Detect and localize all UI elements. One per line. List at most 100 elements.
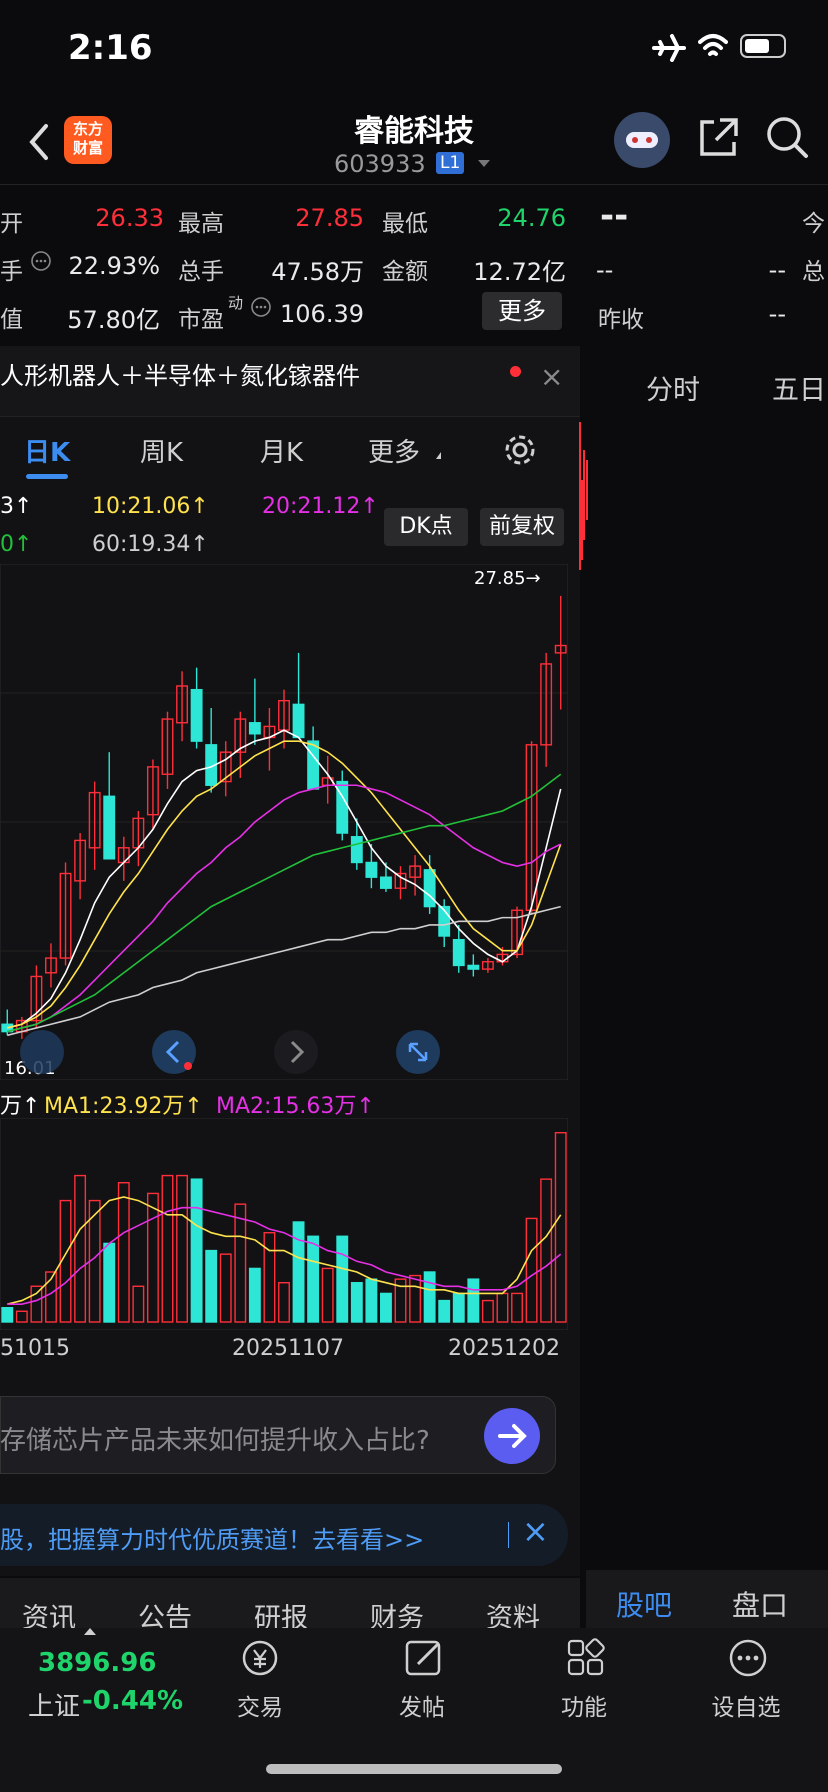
ask-placeholder: 存储芯片产品未来如何提升收入占比? [0,1426,430,1456]
volume-bar [452,1292,465,1323]
ma-line [7,729,562,1029]
chevron-down-icon[interactable] [478,160,490,167]
intraday-spark [579,422,588,570]
right-today-label: 今 [802,211,825,237]
volume-bar [496,1292,509,1323]
volume-bar [380,1292,392,1323]
search-icon[interactable] [764,114,810,160]
index-change[interactable]: -0.44% [82,1686,183,1716]
candle-body [103,795,116,860]
promo-text[interactable]: 股，把握算力时代优质赛道！去看看>> [0,1520,424,1555]
index-name[interactable]: 上证 [28,1686,80,1723]
volume-bar [176,1174,188,1323]
pe-sup: 动 [228,294,244,312]
tab-day-k[interactable]: 日K [24,432,70,469]
volume-chart[interactable] [0,1118,568,1330]
tab-fenshi[interactable]: 分时 [646,368,700,407]
volume-bar [307,1235,320,1323]
candle-body [467,964,480,970]
nav-function[interactable]: 功能 [524,1688,644,1722]
right-dash-big: -- [600,196,629,236]
volume-bar [554,1132,567,1323]
volume-ma-line [7,1206,562,1305]
volume-bar [15,1310,28,1323]
volume-bar [292,1221,305,1323]
high-label: 最高 [178,211,224,237]
airplane-icon [652,34,686,62]
right-c2: -- [768,256,786,284]
volume-bar [248,1267,261,1323]
post-edit-icon[interactable] [402,1636,446,1680]
volume-bar [511,1292,523,1323]
tab-wuri[interactable]: 五日 [772,368,826,407]
kline-chart[interactable] [0,564,568,1080]
volume-label: 总手 [178,259,224,285]
concept-close-icon[interactable]: × [540,360,563,393]
chart-expand-icon[interactable] [396,1030,440,1074]
high-marker: 27.85→ [474,568,541,589]
nav-post[interactable]: 发帖 [362,1688,482,1722]
right-total-label: 总 [802,259,825,285]
volume-bar [190,1178,203,1323]
candle-body [190,688,203,742]
volume-bar [1,1307,14,1323]
turnover-value: 22.93% [68,252,160,280]
banner-divider [508,1522,509,1548]
high-value: 27.85 [295,204,364,232]
tab-more-caret-icon [436,452,441,459]
volume-bar [336,1235,349,1323]
adjust-button[interactable]: 前复权 [480,508,564,546]
share-icon[interactable] [696,116,740,160]
volume-bar [205,1249,218,1323]
chart-right-icon[interactable] [274,1030,318,1074]
volume-bar [263,1232,276,1323]
gear-icon[interactable] [502,432,538,468]
tab-guba[interactable]: 股吧 [616,1584,672,1624]
banner-close-icon[interactable]: × [522,1512,549,1550]
send-arrow-icon[interactable] [484,1408,540,1464]
volume-bar [219,1253,232,1323]
info-dots-icon[interactable] [30,250,52,272]
volume-bar [234,1203,247,1323]
tab-week-k[interactable]: 周K [140,432,183,469]
concept-text: 人形机器人＋半导体＋氮化镓器件 [0,362,360,390]
dk-point-button[interactable]: DK点 [384,508,468,546]
level-badge[interactable]: L1 [436,152,465,174]
volume-bar [525,1217,538,1323]
amount-value: 12.72亿 [473,258,566,286]
right-c1: -- [596,256,614,284]
candle-body [292,703,305,739]
status-bar: 2:16 [0,0,828,100]
ma20-label: 20:21.12↑ [262,494,379,519]
volume-bar [161,1174,174,1323]
chart-left-icon[interactable] [152,1030,196,1074]
volume-bar [103,1242,116,1323]
status-time: 2:16 [68,28,153,68]
nav-watchlist[interactable]: 设自选 [686,1688,806,1722]
tab-more[interactable]: 更多 [368,432,420,469]
tab-month-k[interactable]: 月K [260,432,303,469]
tab-pankou[interactable]: 盘口 [732,1584,788,1624]
date-tick-1: 51015 [0,1336,70,1361]
candle-body [307,740,320,790]
battery-icon [740,34,786,58]
nav-trade[interactable]: 交易 [200,1688,320,1722]
candle-body [248,722,261,735]
trade-yen-icon[interactable] [238,1636,282,1680]
index-value[interactable]: 3896.96 [38,1648,156,1678]
chart-zoom-in-icon[interactable] [20,1030,64,1074]
function-grid-icon[interactable] [564,1636,608,1680]
pe-value: 106.39 [280,300,364,328]
volume-bar [481,1299,494,1323]
low-value: 24.76 [497,204,566,232]
volume-bar [117,1182,130,1323]
ma-line [7,773,562,1033]
volume-bar [146,1192,159,1323]
candle-body [452,938,465,967]
volume-bar [438,1299,451,1323]
more-button[interactable]: 更多 [482,292,562,330]
more-dots-icon[interactable] [726,1636,770,1680]
index-expand-icon[interactable] [84,1628,96,1635]
intraday-panel [580,346,828,1576]
robot-avatar-icon[interactable] [614,112,670,168]
